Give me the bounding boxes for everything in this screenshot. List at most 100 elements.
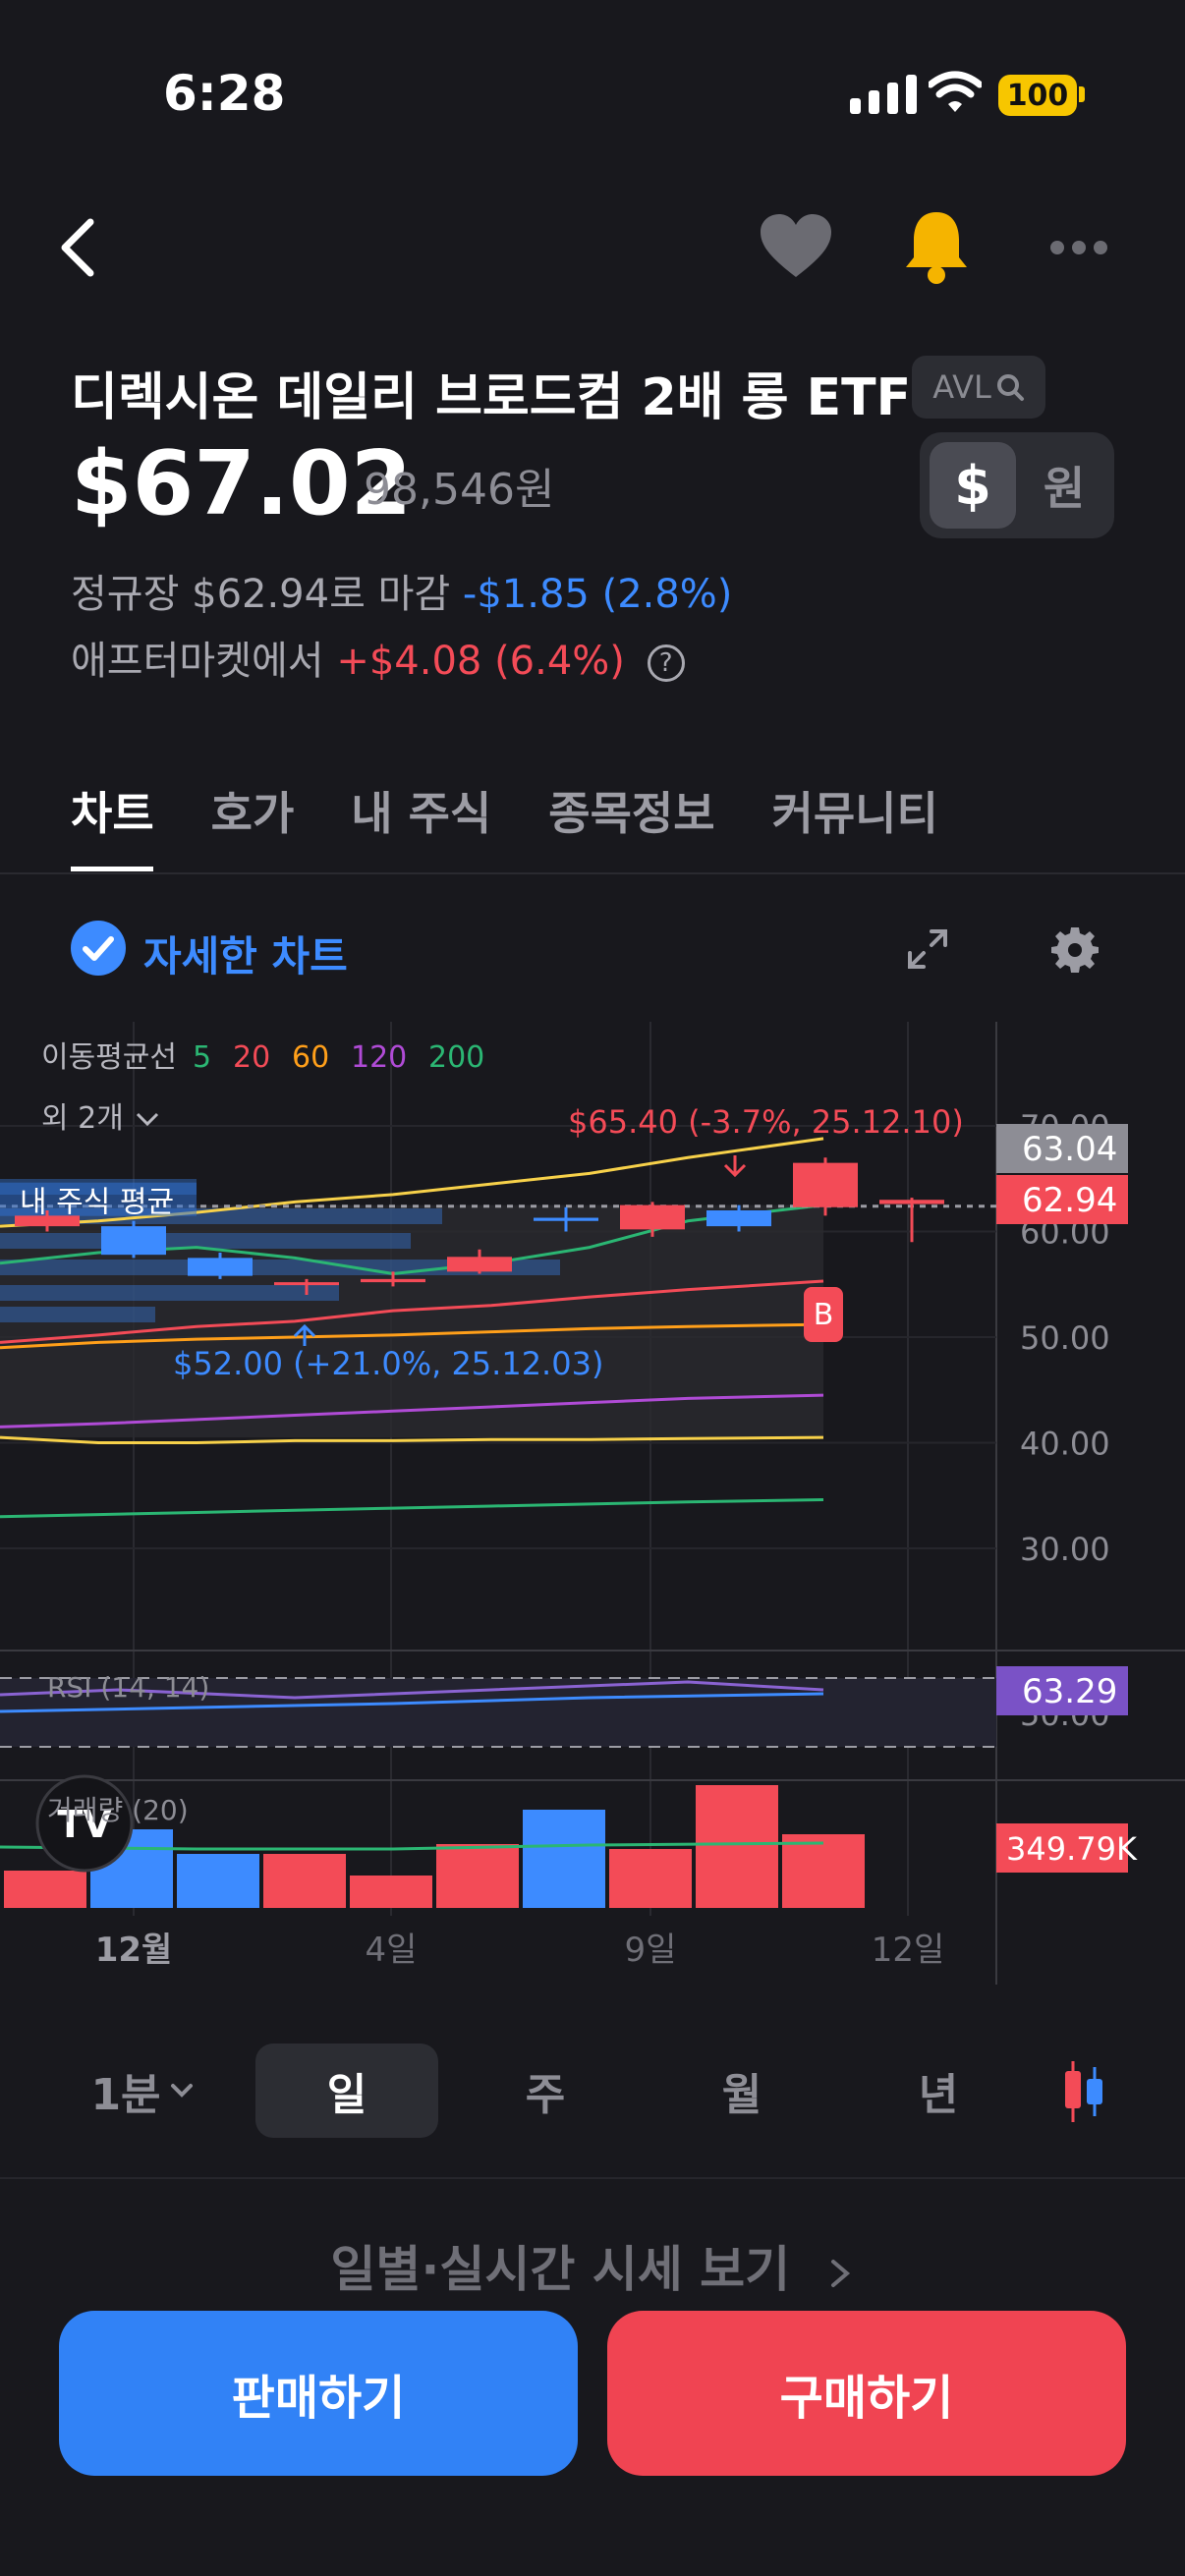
tab-bar: 차트 호가 내 주식 종목정보 커뮤니티 xyxy=(71,778,938,843)
regular-close-label: 정규장 $62.94로 마감 xyxy=(71,572,451,617)
volume-bar xyxy=(263,1854,346,1908)
volume-bar xyxy=(4,1871,86,1908)
period-week[interactable]: 주 xyxy=(481,2044,609,2138)
price-tag: 62.94 xyxy=(1022,1181,1117,1220)
after-market-label: 애프터마켓에서 xyxy=(71,639,324,684)
rsi-label: RSI (14, 14) xyxy=(47,1671,209,1704)
settings-gear-icon[interactable] xyxy=(1051,925,1099,973)
ticker-label: AVL xyxy=(932,368,991,406)
back-arrow-icon[interactable] xyxy=(55,216,98,279)
tab-orderbook[interactable]: 호가 xyxy=(211,778,295,843)
tab-chart[interactable]: 차트 xyxy=(71,778,154,843)
period-year[interactable]: 년 xyxy=(875,2044,1002,2138)
period-minute-label: 1분 xyxy=(90,2070,161,2120)
y-tick-label: 50.00 xyxy=(1020,1319,1110,1357)
price-krw: 98,546원 xyxy=(364,465,555,515)
volume-bar xyxy=(350,1876,432,1908)
battery-icon: 100 xyxy=(998,75,1077,116)
regular-session-line: 정규장 $62.94로 마감 -$1.85 (2.8%) xyxy=(71,562,732,619)
wifi-icon xyxy=(929,71,982,112)
after-market-line: 애프터마켓에서 +$4.08 (6.4%) ? xyxy=(71,629,685,686)
ma-legend-item: 120 xyxy=(351,1040,407,1075)
help-icon[interactable]: ? xyxy=(647,644,685,682)
expand-icon[interactable] xyxy=(906,927,949,971)
candle-type-icon[interactable] xyxy=(1059,2057,1108,2126)
checkbox-checked-icon[interactable] xyxy=(71,921,126,976)
volume-bar xyxy=(696,1785,778,1908)
candle-body xyxy=(188,1258,253,1276)
chevron-right-icon xyxy=(830,2259,850,2287)
currency-won-option[interactable]: 원 xyxy=(1022,442,1106,529)
sell-button[interactable]: 판매하기 xyxy=(59,2311,578,2476)
x-tick-label: 12월 xyxy=(95,1931,173,1970)
volume-profile-bar xyxy=(0,1307,155,1322)
daily-price-link[interactable]: 일별·실시간 시세 보기 xyxy=(0,2230,1185,2301)
buy-button[interactable]: 구매하기 xyxy=(607,2311,1126,2476)
more-icon[interactable] xyxy=(1049,240,1108,255)
chevron-down-icon xyxy=(170,2084,193,2098)
bell-icon[interactable] xyxy=(902,208,971,285)
candle-body xyxy=(706,1210,771,1227)
more-indicators-label: 외 2개 xyxy=(41,1101,124,1136)
candle-body xyxy=(447,1257,512,1272)
volume-label: 거래량 (20) xyxy=(47,1794,189,1826)
period-minute-dropdown[interactable]: 1분 xyxy=(79,2044,206,2138)
tab-my-stock[interactable]: 내 주식 xyxy=(351,778,491,843)
y-tick-label: 30.00 xyxy=(1020,1531,1110,1568)
tab-stock-info[interactable]: 종목정보 xyxy=(548,778,714,843)
candle-body xyxy=(793,1162,858,1207)
detail-chart-label[interactable]: 자세한 차트 xyxy=(143,924,348,983)
currency-dollar-option[interactable]: $ xyxy=(930,442,1016,529)
volume-profile-bar xyxy=(0,1233,411,1249)
volume-profile-bar xyxy=(0,1285,339,1301)
stock-title: 디렉시온 데일리 브로드컴 2배 롱 ETF xyxy=(71,368,912,427)
heart-icon[interactable] xyxy=(761,214,831,279)
volume-bar xyxy=(609,1849,692,1908)
active-tab-indicator xyxy=(71,867,153,871)
volume-bar xyxy=(523,1810,605,1908)
search-icon xyxy=(996,374,1024,401)
regular-change: -$1.85 (2.8%) xyxy=(462,572,733,617)
candle-body xyxy=(534,1217,598,1221)
status-time: 6:28 xyxy=(163,65,286,122)
tab-divider xyxy=(0,872,1185,874)
rsi-value: 63.29 xyxy=(1022,1672,1117,1711)
ma-legend-title: 이동평균선 xyxy=(41,1040,177,1075)
volume-value: 349.79K xyxy=(1006,1830,1138,1868)
section-divider xyxy=(0,2177,1185,2179)
current-price: $67.02 xyxy=(71,432,413,535)
candle-body xyxy=(879,1200,944,1204)
tab-community[interactable]: 커뮤니티 xyxy=(772,778,938,843)
ticker-search-button[interactable]: AVL xyxy=(912,356,1045,419)
period-selector: 1분 일 주 월 년 xyxy=(0,2044,1185,2138)
candle-body xyxy=(361,1278,425,1283)
candle-body xyxy=(101,1226,166,1256)
x-tick-label: 12일 xyxy=(872,1931,945,1970)
y-tick-label: 40.00 xyxy=(1020,1426,1110,1463)
stock-chart[interactable]: 내 주식 평균 $65.40 (-3.7%, 25.12.10) $52.00 (+… xyxy=(0,1012,1185,1985)
buy-marker: B xyxy=(814,1298,834,1332)
x-tick-label: 4일 xyxy=(366,1931,418,1970)
daily-price-link-label: 일별·실시간 시세 보기 xyxy=(330,2241,791,2298)
period-day[interactable]: 일 xyxy=(255,2044,438,2138)
volume-bar xyxy=(177,1854,259,1908)
high-arrow-icon xyxy=(723,1155,747,1178)
high-price-annotation: $65.40 (-3.7%, 25.12.10) xyxy=(568,1103,964,1141)
ma-legend-item: 20 xyxy=(233,1040,270,1075)
price-tag: 63.04 xyxy=(1022,1130,1117,1169)
low-price-annotation: $52.00 (+21.0%, 25.12.03) xyxy=(173,1345,603,1382)
ma-legend-item: 200 xyxy=(428,1040,484,1075)
after-market-change: +$4.08 (6.4%) xyxy=(336,639,625,684)
candle-body xyxy=(620,1204,685,1230)
my-average-label: 내 주식 평균 xyxy=(20,1186,174,1220)
candle-body xyxy=(15,1215,80,1227)
volume-bar xyxy=(436,1844,519,1908)
moving-average-line xyxy=(0,1498,824,1519)
x-tick-label: 9일 xyxy=(625,1931,677,1970)
chevron-down-icon xyxy=(136,1112,159,1127)
period-month[interactable]: 월 xyxy=(678,2044,806,2138)
volume-bar xyxy=(782,1834,865,1908)
signal-icon xyxy=(850,75,917,114)
candle-body xyxy=(274,1282,339,1286)
ma-legend-item: 5 xyxy=(193,1040,211,1075)
